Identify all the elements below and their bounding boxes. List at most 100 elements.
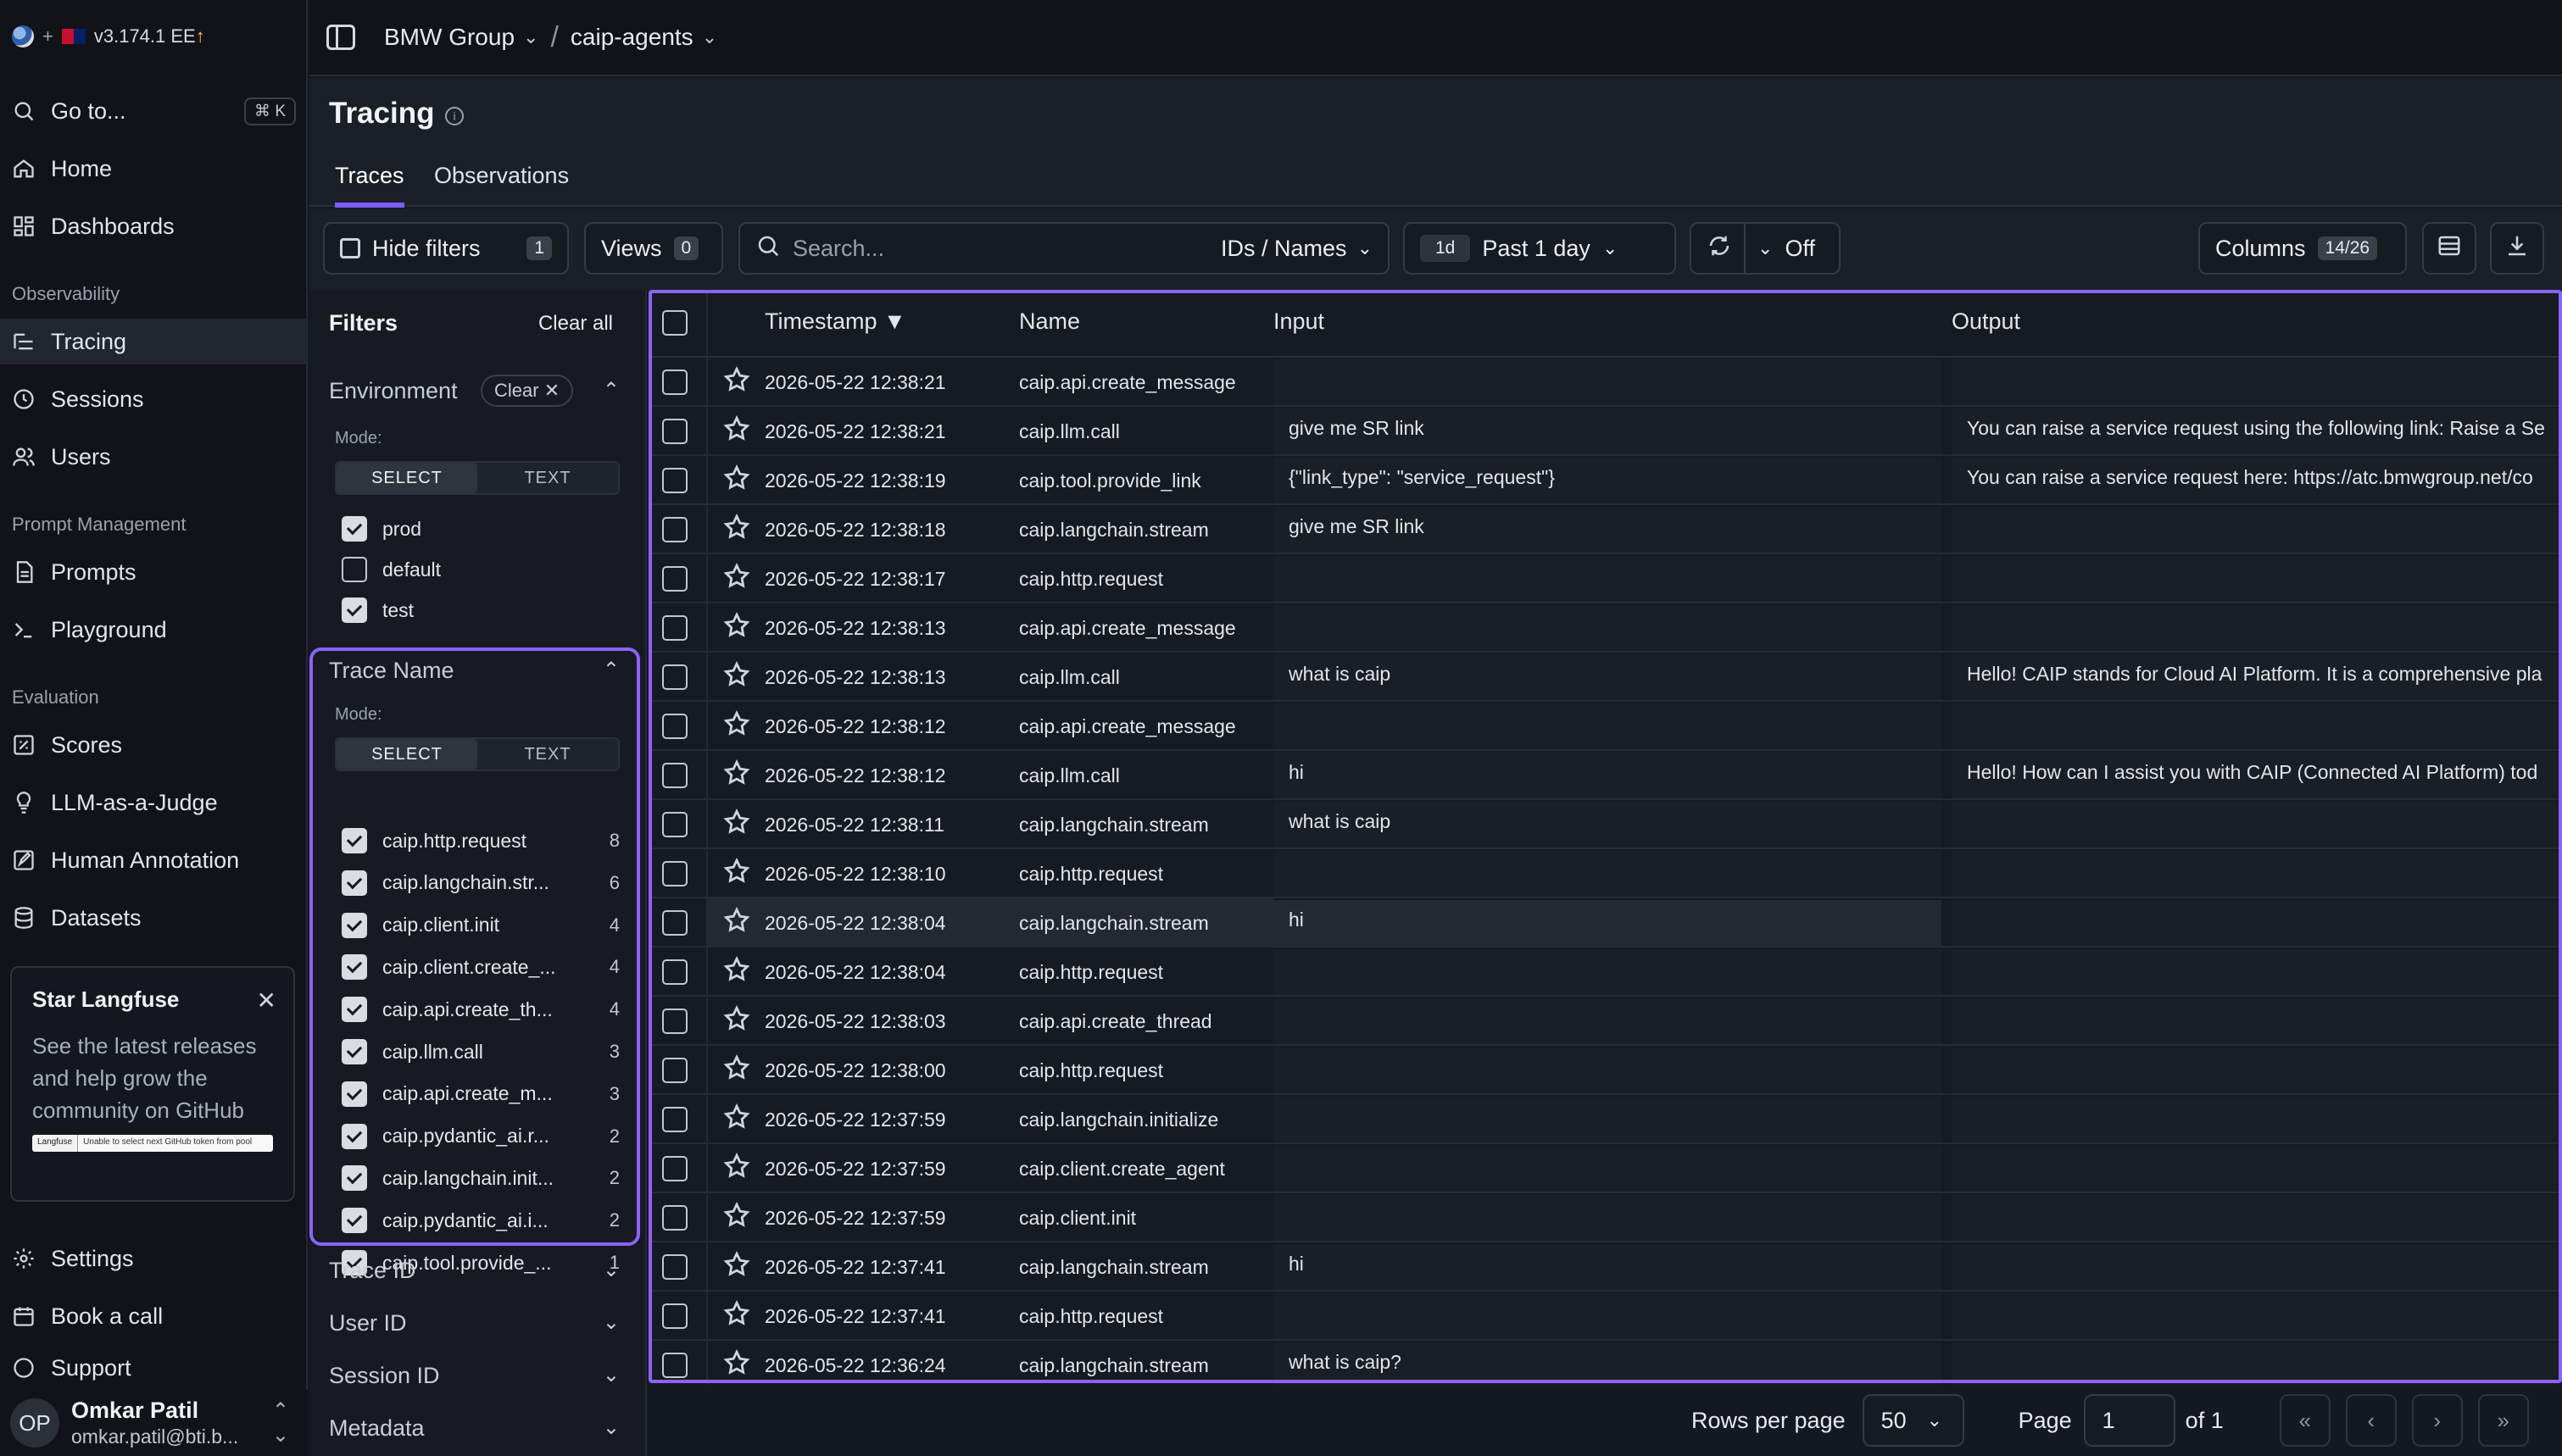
name-cell[interactable]: caip.langchain.stream [1019, 1242, 1273, 1292]
sidebar-item-settings[interactable]: Settings [12, 1236, 296, 1281]
chevron-down-icon[interactable]: ⌄ [603, 1310, 620, 1335]
sidebar-item-human-annotation[interactable]: Human Annotation [12, 837, 296, 883]
hide-filters-button[interactable]: Hide filters 1 [323, 222, 569, 275]
last-page-button[interactable]: » [2477, 1394, 2529, 1447]
output-cell[interactable] [1952, 1342, 2559, 1388]
environment-mode-toggle[interactable]: SELECT TEXT [335, 461, 620, 495]
output-cell[interactable] [1952, 359, 2559, 405]
row-density-button[interactable] [2422, 222, 2476, 275]
row-checkbox[interactable] [662, 566, 688, 592]
star-icon[interactable] [722, 808, 751, 842]
name-cell[interactable]: caip.http.request [1019, 849, 1273, 898]
trace-name-option[interactable]: caip.client.init 4 [342, 909, 620, 942]
column-header-timestamp[interactable]: Timestamp ▼ [765, 308, 906, 335]
checkbox[interactable] [342, 557, 367, 582]
star-icon[interactable] [722, 1152, 751, 1186]
mode-text-option[interactable]: TEXT [477, 463, 618, 493]
table-row[interactable]: 2026-05-22 12:37:41 caip.langchain.stream… [649, 1242, 2562, 1292]
mode-text-option[interactable]: TEXT [477, 739, 618, 770]
output-cell[interactable] [1952, 1048, 2559, 1093]
select-all-checkbox[interactable] [662, 310, 688, 336]
input-cell[interactable] [1273, 851, 1941, 897]
input-cell[interactable]: give me SR link [1273, 408, 1941, 454]
table-row[interactable]: 2026-05-22 12:38:13 caip.llm.call what is … [649, 653, 2562, 702]
org-switcher[interactable]: + v3.174.1 EE↑ [12, 22, 205, 51]
table-row[interactable]: 2026-05-22 12:37:41 caip.http.request [649, 1292, 2562, 1341]
user-menu[interactable]: OP Omkar Patil omkar.patil@bti.b... ⌃ ⌄ [0, 1390, 308, 1456]
star-icon[interactable] [722, 513, 751, 547]
star-icon[interactable] [722, 857, 751, 891]
checkbox[interactable] [342, 1039, 367, 1064]
name-cell[interactable]: caip.llm.call [1019, 653, 1273, 702]
clear-all-button[interactable]: Clear all [538, 312, 613, 336]
prev-page-button[interactable]: ‹ [2345, 1394, 2397, 1447]
input-cell[interactable]: give me SR link [1273, 507, 1941, 553]
row-checkbox[interactable] [662, 468, 688, 493]
filter-trace-id-header[interactable]: Trace ID [329, 1258, 416, 1284]
star-icon[interactable] [722, 906, 751, 940]
name-cell[interactable]: caip.client.create_agent [1019, 1144, 1273, 1193]
star-icon[interactable] [722, 955, 751, 989]
first-page-button[interactable]: « [2279, 1394, 2331, 1447]
output-cell[interactable] [1952, 802, 2559, 847]
star-icon[interactable] [722, 464, 751, 497]
column-header-output[interactable]: Output [1952, 308, 2020, 335]
star-icon[interactable] [722, 365, 751, 399]
star-icon[interactable] [722, 1201, 751, 1235]
output-cell[interactable] [1952, 507, 2559, 553]
filter-user-id-header[interactable]: User ID [329, 1310, 407, 1337]
input-cell[interactable] [1273, 556, 1941, 602]
table-row[interactable]: 2026-05-22 12:38:21 caip.llm.call give me … [649, 407, 2562, 456]
trace-name-option[interactable]: caip.llm.call 3 [342, 1035, 620, 1069]
chevron-up-icon[interactable]: ⌃ [603, 378, 620, 403]
star-icon[interactable] [722, 660, 751, 694]
trace-name-option[interactable]: caip.langchain.str... 6 [342, 866, 620, 900]
row-checkbox[interactable] [662, 615, 688, 641]
input-cell[interactable] [1273, 949, 1941, 995]
star-icon[interactable] [722, 562, 751, 596]
output-cell[interactable] [1952, 605, 2559, 651]
breadcrumb-org[interactable]: BMW Group ⌄ [384, 24, 538, 51]
sidebar-item-home[interactable]: Home [12, 146, 296, 192]
name-cell[interactable]: caip.api.create_message [1019, 603, 1273, 653]
output-cell[interactable] [1952, 1195, 2559, 1241]
trace-name-option[interactable]: caip.http.request 8 [342, 824, 620, 858]
search-scope-select[interactable]: IDs / Names ⌄ [1221, 236, 1373, 262]
name-cell[interactable]: caip.langchain.initialize [1019, 1095, 1273, 1144]
row-checkbox[interactable] [662, 517, 688, 542]
table-row[interactable]: 2026-05-22 12:37:59 caip.client.init [649, 1193, 2562, 1242]
trace-name-option[interactable]: caip.pydantic_ai.i... 2 [342, 1203, 620, 1237]
star-icon[interactable] [722, 1103, 751, 1136]
trace-name-option[interactable]: caip.api.create_m... 3 [342, 1077, 620, 1111]
star-icon[interactable] [722, 1348, 751, 1382]
input-cell[interactable]: {"link_type": "service_request"} [1273, 458, 1941, 503]
mode-select-option[interactable]: SELECT [337, 739, 477, 770]
input-cell[interactable]: hi [1273, 1244, 1941, 1290]
output-cell[interactable] [1952, 998, 2559, 1044]
name-cell[interactable]: caip.langchain.stream [1019, 800, 1273, 849]
rows-per-page-select[interactable]: 50 ⌄ [1862, 1394, 1964, 1447]
name-cell[interactable]: caip.api.create_message [1019, 358, 1273, 407]
table-row[interactable]: 2026-05-22 12:37:59 caip.langchain.initia… [649, 1095, 2562, 1144]
row-checkbox[interactable] [662, 419, 688, 444]
star-icon[interactable] [722, 414, 751, 448]
name-cell[interactable]: caip.llm.call [1019, 407, 1273, 456]
name-cell[interactable]: caip.langchain.stream [1019, 1341, 1273, 1390]
search-bar[interactable]: Search... IDs / Names ⌄ [738, 222, 1390, 275]
column-header-name[interactable]: Name [1019, 308, 1080, 335]
close-icon[interactable]: ✕ [257, 986, 276, 1014]
input-cell[interactable] [1273, 1293, 1941, 1339]
sidebar-item-support[interactable]: Support [12, 1351, 296, 1385]
output-cell[interactable] [1952, 949, 2559, 995]
input-cell[interactable] [1273, 703, 1941, 749]
table-row[interactable]: 2026-05-22 12:38:12 caip.api.create_messa… [649, 702, 2562, 751]
tab-traces[interactable]: Traces [335, 163, 404, 208]
output-cell[interactable] [1952, 900, 2559, 946]
filter-environment-header[interactable]: Environment [329, 378, 458, 404]
name-cell[interactable]: caip.http.request [1019, 1292, 1273, 1341]
chevron-down-icon[interactable]: ⌄ [603, 1258, 620, 1282]
checkbox[interactable] [342, 912, 367, 938]
star-icon[interactable] [722, 1299, 751, 1333]
chevron-up-icon[interactable]: ⌃ [603, 658, 620, 682]
table-row[interactable]: 2026-05-22 12:38:00 caip.http.request [649, 1046, 2562, 1095]
